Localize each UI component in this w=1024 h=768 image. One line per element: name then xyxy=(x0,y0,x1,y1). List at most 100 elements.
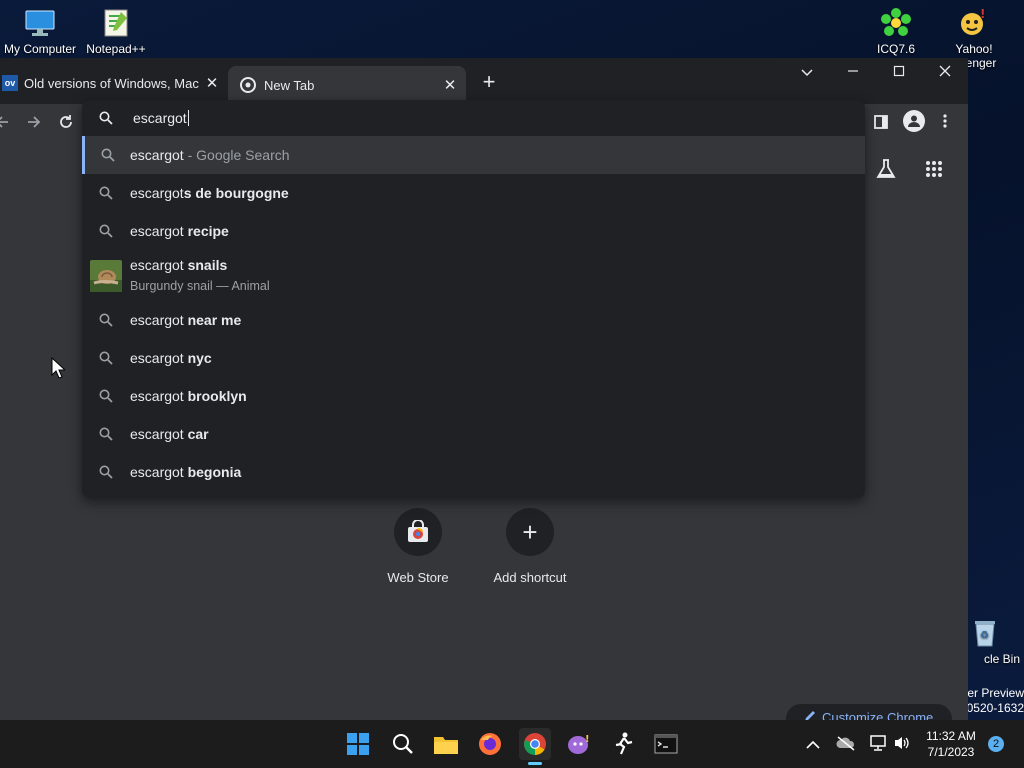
tab-title: New Tab xyxy=(264,77,315,93)
maximize-button[interactable] xyxy=(876,58,922,86)
chrome-icon[interactable] xyxy=(519,728,551,760)
suggestion-text: escargot xyxy=(130,426,184,442)
tray-chevron-up-icon[interactable] xyxy=(806,737,820,755)
customize-label: Customize Chrome xyxy=(822,710,934,720)
suggestion-bold: near me xyxy=(183,312,242,328)
apps-grid-icon[interactable] xyxy=(925,160,943,183)
suggestion-item[interactable]: escargot car xyxy=(82,415,865,453)
start-windows-icon[interactable] xyxy=(342,728,374,760)
suggestion-entity-subtitle: Burgundy snail — Animal xyxy=(130,279,270,293)
suggestion-entity-title: escargot snails xyxy=(130,255,270,276)
search-icon xyxy=(82,465,130,479)
forward-arrow-icon[interactable] xyxy=(26,114,42,135)
desktop-icon-label: Yahoo! xyxy=(955,42,993,56)
suggestion-item[interactable]: escargot brooklyn xyxy=(82,377,865,415)
svg-text:♻: ♻ xyxy=(980,630,989,641)
suggestion-text: escargot xyxy=(130,185,184,201)
desktop-icon-icq[interactable]: ICQ7.6 xyxy=(856,2,936,56)
webstore-icon xyxy=(394,508,442,556)
omnibox-input[interactable]: escargot xyxy=(133,110,189,126)
search-icon xyxy=(82,427,130,441)
terminal-icon[interactable] xyxy=(650,728,682,760)
icq-flower-icon xyxy=(879,8,913,38)
suggestion-entity-text: escargot snails Burgundy snail — Animal xyxy=(130,255,270,297)
profile-avatar-icon[interactable] xyxy=(903,110,925,132)
desktop-icon-notepadpp[interactable]: Notepad++ xyxy=(76,2,156,56)
search-icon xyxy=(82,389,130,403)
suggestion-bold: s de bourgogne xyxy=(183,185,289,201)
reload-icon[interactable] xyxy=(58,114,74,135)
suggestion-suffix: - Google Search xyxy=(183,147,290,163)
chrome-active-indicator xyxy=(528,762,542,765)
notification-badge[interactable]: 2 xyxy=(988,736,1004,752)
recycle-bin-icon: ♻ xyxy=(968,618,1002,648)
notepad-icon xyxy=(99,8,133,38)
new-tab-button[interactable]: + xyxy=(478,70,500,94)
search-icon xyxy=(85,148,130,162)
clock-date: 7/1/2023 xyxy=(927,745,975,759)
tab-search-dropdown-icon[interactable] xyxy=(784,58,830,86)
svg-text:!: ! xyxy=(980,8,985,21)
clock-time: 11:32 AM xyxy=(926,729,976,743)
suggestion-text: escargot xyxy=(130,464,184,480)
pencil-icon xyxy=(804,710,816,720)
snail-thumbnail xyxy=(82,260,130,292)
suggestion-item[interactable]: escargot nyc xyxy=(82,339,865,377)
suggestion-item[interactable]: escargot begonia xyxy=(82,453,865,491)
monitor-icon xyxy=(23,8,57,38)
close-window-button[interactable] xyxy=(922,58,968,86)
labs-flask-icon[interactable] xyxy=(875,158,897,185)
search-icon xyxy=(82,224,130,238)
chrome-icon xyxy=(240,77,256,93)
shortcut-web-store[interactable]: Web Store xyxy=(363,508,473,585)
file-explorer-icon[interactable] xyxy=(430,728,462,760)
search-icon[interactable] xyxy=(387,728,419,760)
suggestion-item[interactable]: escargot s de bourgogne xyxy=(82,174,865,212)
side-panel-icon[interactable] xyxy=(874,115,888,134)
network-icon[interactable] xyxy=(869,734,887,757)
minimize-button[interactable] xyxy=(830,58,876,86)
suggestion-text: escargot xyxy=(130,350,184,366)
suggestion-item[interactable]: escargot recipe xyxy=(82,212,865,250)
yahoo-messenger-icon[interactable]: ! xyxy=(563,728,595,760)
suggestion-bold: nyc xyxy=(183,350,212,366)
back-arrow-icon[interactable] xyxy=(0,114,10,135)
onedrive-offline-icon[interactable] xyxy=(836,735,856,756)
suggestion-text: escargot xyxy=(130,223,184,239)
search-icon xyxy=(82,351,130,365)
suggestion-text: escargot xyxy=(130,257,184,273)
tab-title: Old versions of Windows, Mac ar xyxy=(24,75,202,91)
desktop-icon-label: Notepad++ xyxy=(86,42,146,56)
yahoo-messenger-icon: ! xyxy=(957,8,991,38)
mouse-cursor-icon xyxy=(51,356,67,384)
tab-new-tab[interactable]: New Tab ✕ xyxy=(228,66,466,104)
shortcut-add[interactable]: + Add shortcut xyxy=(475,508,585,585)
svg-text:!: ! xyxy=(585,734,590,745)
suggestion-text: escargot xyxy=(130,388,184,404)
suggestion-bold: snails xyxy=(183,257,228,273)
suggestion-item[interactable]: escargot - Google Search xyxy=(82,136,865,174)
tab-close-icon[interactable]: ✕ xyxy=(202,74,222,92)
volume-icon[interactable] xyxy=(893,735,911,756)
suggestion-bold: brooklyn xyxy=(183,388,247,404)
customize-chrome-button[interactable]: Customize Chrome xyxy=(786,704,952,720)
suggestion-item[interactable]: escargot near me xyxy=(82,301,865,339)
desktop-icon-my-computer[interactable]: My Computer xyxy=(0,2,80,56)
firefox-icon[interactable] xyxy=(474,728,506,760)
suggestion-item-entity[interactable]: escargot snails Burgundy snail — Animal xyxy=(82,250,865,302)
suggestion-text: escargot xyxy=(130,312,184,328)
tab-strip: ov Old versions of Windows, Mac ar ✕ New… xyxy=(0,58,968,104)
omnibox-input-row[interactable]: escargot xyxy=(82,100,865,136)
tab-close-icon[interactable]: ✕ xyxy=(440,76,460,94)
suggestion-bold: recipe xyxy=(183,223,229,239)
shortcut-label: Web Store xyxy=(387,570,449,585)
running-man-icon[interactable] xyxy=(607,728,639,760)
shortcut-label: Add shortcut xyxy=(493,570,567,585)
suggestion-bold: begonia xyxy=(183,464,242,480)
tab-old-versions[interactable]: ov Old versions of Windows, Mac ar ✕ xyxy=(0,66,226,100)
suggestion-bold: car xyxy=(183,426,209,442)
menu-kebab-icon[interactable] xyxy=(942,113,948,134)
search-icon xyxy=(99,111,113,130)
suggestion-text: escargot xyxy=(130,147,184,163)
clock[interactable]: 11:32 AM 7/1/2023 xyxy=(920,728,982,760)
